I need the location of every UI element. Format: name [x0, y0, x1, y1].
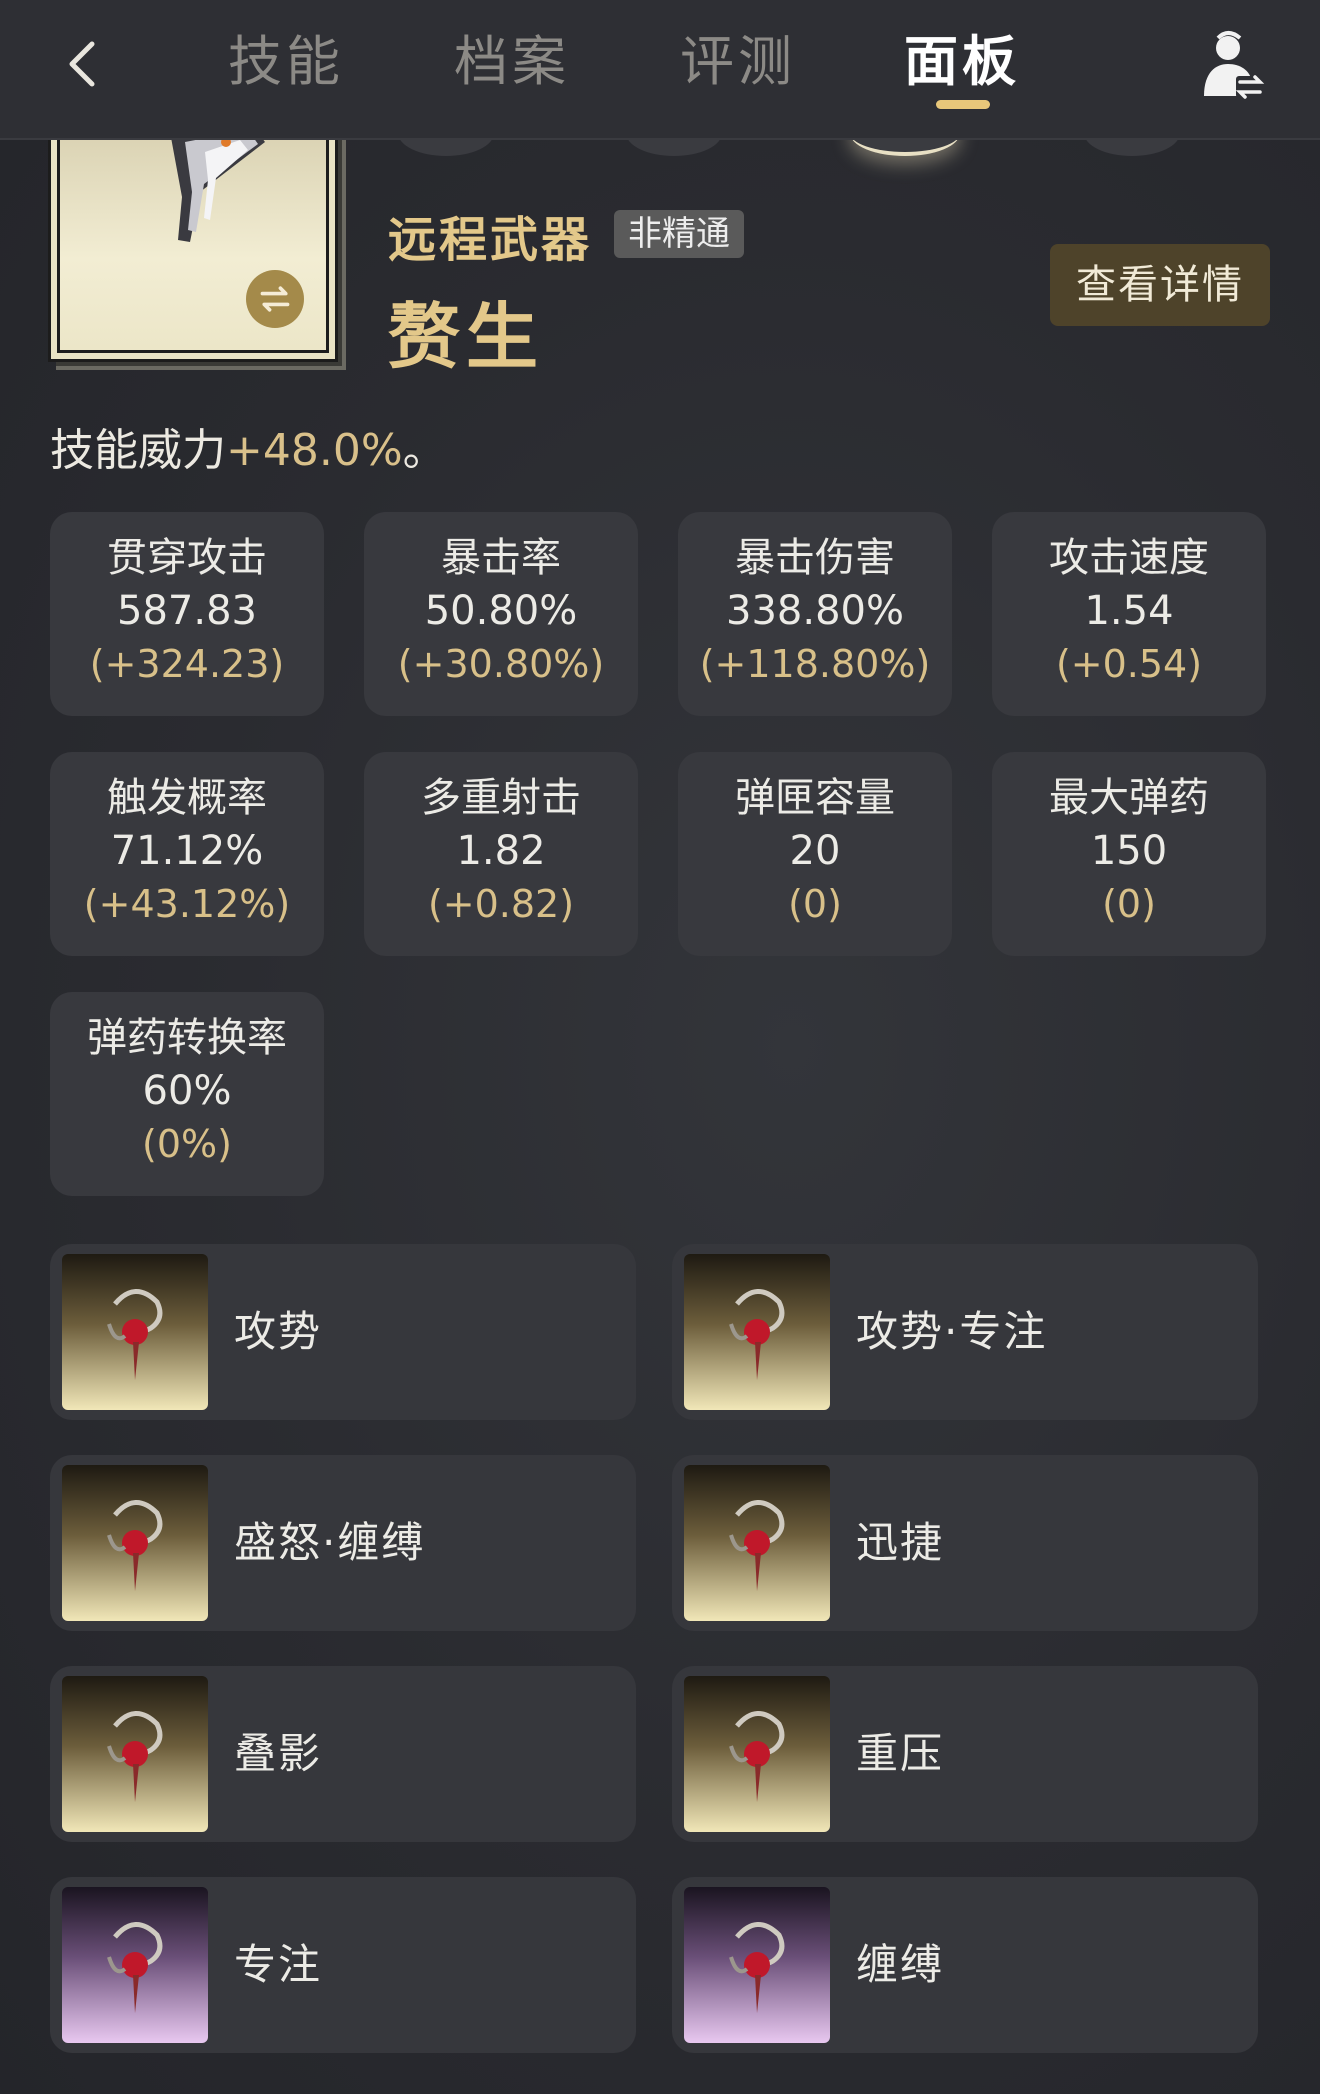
stat-value: 1.54	[1084, 588, 1174, 634]
stat-delta: (+30.80%)	[397, 642, 605, 686]
mod-crest-icon	[729, 1500, 785, 1591]
stat-label: 弹药转换率	[87, 1015, 287, 1061]
stat-value: 1.82	[456, 828, 546, 874]
active-tab-indicator	[936, 100, 990, 109]
skill-power-line: 技能威力+48.0%。	[50, 414, 447, 478]
stat-value: 338.80%	[726, 588, 904, 634]
stat-value: 60%	[142, 1068, 232, 1114]
stat-card: 贯穿攻击 587.83 (+324.23)	[50, 512, 324, 716]
mod-name: 缠缚	[856, 1940, 945, 1989]
stat-value: 71.12%	[110, 828, 264, 874]
mod-icon-frame	[684, 1887, 830, 2043]
mod-icon-frame	[684, 1465, 830, 1621]
stat-card: 暴击率 50.80% (+30.80%)	[364, 512, 638, 716]
stat-label: 多重射击	[421, 775, 581, 821]
chevron-left-icon	[69, 41, 95, 87]
mod-slot[interactable]: 盛怒·缠缚	[50, 1455, 636, 1631]
mod-slot[interactable]: 攻势	[50, 1244, 636, 1420]
mod-crest-icon	[729, 1711, 785, 1802]
mod-name: 盛怒·缠缚	[234, 1518, 426, 1567]
mod-crest-icon	[107, 1289, 163, 1380]
stat-card: 最大弹药 150 (0)	[992, 752, 1266, 956]
weapon-panel-page: 技能 档案 评测 面板 远程武器 非精通 赘生 查看详情 技能威力+48.0%。…	[0, 0, 1320, 2094]
stat-label: 最大弹药	[1049, 775, 1209, 821]
tab-skills[interactable]: 技能	[228, 26, 344, 106]
stat-value: 20	[789, 828, 841, 874]
mod-name: 攻势·专注	[856, 1307, 1048, 1356]
stat-delta: (+43.12%)	[83, 882, 291, 926]
mod-icon-frame	[62, 1465, 208, 1621]
mod-name: 重压	[856, 1729, 945, 1778]
mod-crest-icon	[729, 1922, 785, 2013]
weapon-name: 赘生	[388, 295, 545, 379]
mod-crest-icon	[107, 1711, 163, 1802]
mod-crest-icon	[107, 1922, 163, 2013]
user-switch-icon	[1204, 31, 1265, 99]
weapon-card[interactable]	[48, 110, 338, 362]
weapon-image	[170, 122, 265, 242]
stat-delta: (0)	[788, 882, 842, 926]
mod-icon-frame	[62, 1254, 208, 1410]
tab-panel[interactable]: 面板	[904, 26, 1020, 106]
mod-slot[interactable]: 攻势·专注	[672, 1244, 1258, 1420]
weapon-type: 远程武器	[388, 212, 593, 268]
mod-icon-frame	[684, 1676, 830, 1832]
mod-name: 叠影	[234, 1729, 323, 1778]
mod-slot[interactable]: 重压	[672, 1666, 1258, 1842]
tab-archive[interactable]: 档案	[454, 26, 570, 106]
stat-card: 暴击伤害 338.80% (+118.80%)	[678, 512, 952, 716]
mod-slot[interactable]: 叠影	[50, 1666, 636, 1842]
stat-label: 弹匣容量	[735, 775, 895, 821]
weapon-card-frame	[57, 119, 329, 353]
back-button[interactable]	[62, 36, 106, 92]
stat-card: 弹匣容量 20 (0)	[678, 752, 952, 956]
mod-name: 攻势	[234, 1307, 323, 1356]
mod-icon-frame	[62, 1887, 208, 2043]
stat-delta: (0)	[1102, 882, 1156, 926]
view-details-button[interactable]: 查看详情	[1050, 244, 1270, 326]
top-navigation: 技能 档案 评测 面板	[0, 0, 1320, 140]
skill-power-value: +48.0%	[226, 425, 403, 476]
stat-delta: (+0.82)	[427, 882, 575, 926]
stat-card: 弹药转换率 60% (0%)	[50, 992, 324, 1196]
skill-power-suffix: 。	[402, 425, 447, 476]
mod-icon-frame	[62, 1676, 208, 1832]
swap-weapon-button[interactable]	[246, 270, 304, 328]
stat-card: 触发概率 71.12% (+43.12%)	[50, 752, 324, 956]
mod-crest-icon	[729, 1289, 785, 1380]
stat-value: 150	[1090, 828, 1168, 874]
mod-slot[interactable]: 专注	[50, 1877, 636, 2053]
stat-delta: (+118.80%)	[699, 642, 931, 686]
stat-label: 触发概率	[107, 775, 267, 821]
stat-delta: (+324.23)	[89, 642, 285, 686]
stat-card: 攻击速度 1.54 (+0.54)	[992, 512, 1266, 716]
profile-button[interactable]	[1196, 30, 1266, 104]
stat-value: 587.83	[117, 588, 257, 634]
mod-name: 迅捷	[856, 1518, 945, 1567]
mod-name: 专注	[234, 1940, 323, 1989]
mod-icon-frame	[684, 1254, 830, 1410]
stat-delta: (+0.54)	[1055, 642, 1203, 686]
stat-card: 多重射击 1.82 (+0.82)	[364, 752, 638, 956]
stat-label: 暴击率	[441, 535, 561, 581]
mod-slot[interactable]: 迅捷	[672, 1455, 1258, 1631]
stat-delta: (0%)	[142, 1122, 232, 1166]
mod-slot[interactable]: 缠缚	[672, 1877, 1258, 2053]
stat-label: 暴击伤害	[735, 535, 895, 581]
swap-arrows-icon	[260, 286, 290, 312]
skill-power-label: 技能威力	[50, 425, 226, 476]
stat-label: 贯穿攻击	[107, 535, 267, 581]
tab-review[interactable]: 评测	[680, 26, 796, 106]
stat-value: 50.80%	[424, 588, 578, 634]
stat-label: 攻击速度	[1049, 535, 1209, 581]
mastery-badge: 非精通	[614, 210, 744, 258]
mod-crest-icon	[107, 1500, 163, 1591]
